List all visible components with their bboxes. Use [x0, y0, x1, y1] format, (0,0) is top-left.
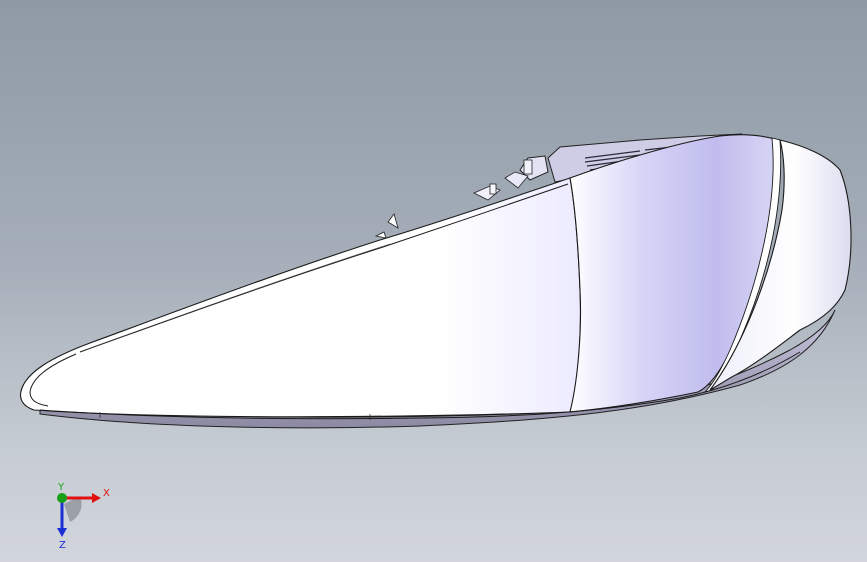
z-axis-label: Z — [59, 540, 66, 551]
y-axis-dot — [57, 493, 67, 503]
graphics-viewport[interactable]: X Y Z — [0, 0, 867, 562]
model-view[interactable] — [0, 0, 867, 562]
x-axis-label: X — [103, 488, 110, 499]
triad-shadow — [64, 496, 82, 522]
nose-body — [19, 177, 581, 418]
coordinate-triad: X Y Z — [57, 482, 110, 551]
x-axis-arrow — [92, 493, 101, 503]
z-axis-arrow — [57, 528, 67, 537]
y-axis-label: Y — [57, 482, 65, 493]
